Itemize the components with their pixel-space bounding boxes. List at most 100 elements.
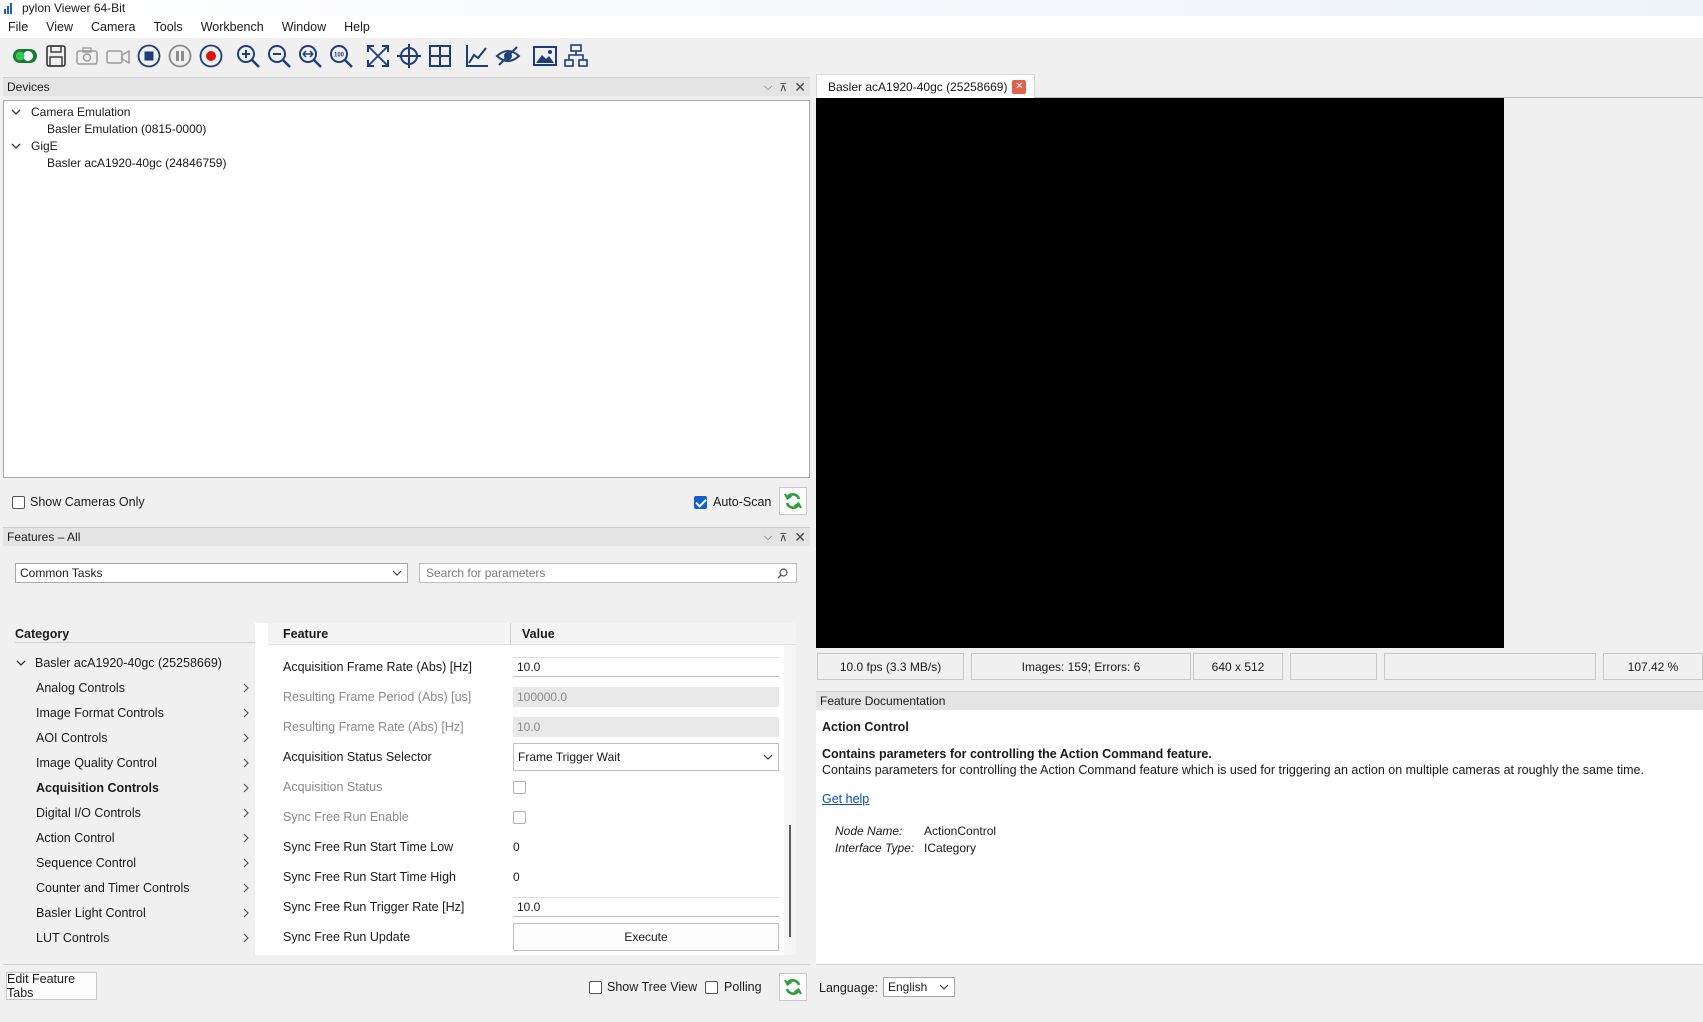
continuous-shot-button[interactable] <box>103 41 132 71</box>
close-tab-icon[interactable]: ✕ <box>1012 79 1027 94</box>
features-panel-header: Features – All ⌵ ⊼ ✕ <box>3 527 810 546</box>
chevron-right-icon[interactable] <box>242 933 250 943</box>
zoom-in-button[interactable] <box>233 41 262 71</box>
feature-value-select[interactable]: Frame Trigger Wait <box>513 743 779 771</box>
polling-checkbox[interactable] <box>705 980 718 994</box>
category-item[interactable]: Basler Light Control <box>36 902 146 924</box>
menu-tools[interactable]: Tools <box>145 20 192 34</box>
devices-tree: Camera Emulation Basler Emulation (0815-… <box>3 100 810 478</box>
category-item[interactable]: Counter and Timer Controls <box>36 877 190 899</box>
hide-button[interactable] <box>493 41 522 71</box>
save-button[interactable] <box>41 41 70 71</box>
parameter-search-input[interactable]: Search for parameters <box>419 563 797 583</box>
stop-button[interactable] <box>134 41 163 71</box>
settings-tree-button[interactable] <box>561 41 590 71</box>
show-cameras-only-label: Show Cameras Only <box>30 495 145 509</box>
refresh-features-button[interactable] <box>779 973 807 1001</box>
chevron-right-icon[interactable] <box>242 883 250 893</box>
feature-grid-scrollbar[interactable] <box>784 645 796 955</box>
menu-help[interactable]: Help <box>335 20 379 34</box>
tree-item-device[interactable]: Basler Emulation (0815-0000) <box>47 120 206 137</box>
crosshair-button[interactable] <box>394 41 423 71</box>
feature-label: Sync Free Run Trigger Rate [Hz] <box>283 900 465 914</box>
chevron-right-icon[interactable] <box>242 808 250 818</box>
refresh-devices-button[interactable] <box>779 487 807 515</box>
chevron-right-icon[interactable] <box>242 833 250 843</box>
close-icon[interactable]: ✕ <box>794 529 806 546</box>
settings-tree-icon <box>563 44 588 67</box>
chevron-right-icon[interactable] <box>242 783 250 793</box>
chevron-right-icon[interactable] <box>242 708 250 718</box>
close-icon[interactable]: ✕ <box>794 79 806 96</box>
show-cameras-only-option[interactable]: Show Cameras Only <box>12 495 145 509</box>
feature-label: Acquisition Status Selector <box>283 750 432 764</box>
chevron-right-icon[interactable] <box>242 733 250 743</box>
category-item[interactable]: Image Format Controls <box>36 702 164 724</box>
category-item[interactable]: Acquisition Controls <box>36 777 159 799</box>
camera-image[interactable] <box>816 98 1504 648</box>
menu-window[interactable]: Window <box>273 20 335 34</box>
polling-option[interactable]: Polling <box>705 980 762 994</box>
category-item[interactable]: Image Quality Control <box>36 752 157 774</box>
chevron-down-icon[interactable] <box>10 140 22 152</box>
zoom-fit-button[interactable] <box>295 41 324 71</box>
tree-item-device[interactable]: Basler acA1920-40gc (24846759) <box>47 154 226 171</box>
chevron-right-icon[interactable] <box>242 858 250 868</box>
menu-file[interactable]: File <box>8 20 37 34</box>
fullscreen-button[interactable] <box>363 41 392 71</box>
show-tree-view-checkbox[interactable] <box>589 980 602 994</box>
get-help-link[interactable]: Get help <box>822 792 869 806</box>
feature-value-input[interactable]: 10.0 <box>513 657 779 677</box>
image-button[interactable] <box>530 41 559 71</box>
scrollbar-thumb[interactable] <box>789 825 791 937</box>
chevron-down-icon[interactable] <box>10 106 22 118</box>
grid-button[interactable] <box>425 41 454 71</box>
execute-button[interactable]: Execute <box>513 923 779 951</box>
menu-camera[interactable]: Camera <box>82 20 144 34</box>
category-item[interactable]: Analog Controls <box>36 677 125 699</box>
interface-type-label: Interface Type: <box>835 841 915 855</box>
show-tree-view-option[interactable]: Show Tree View <box>589 980 697 994</box>
feature-checkbox[interactable] <box>513 810 526 824</box>
chevron-right-icon[interactable] <box>242 683 250 693</box>
chevron-right-icon[interactable] <box>242 908 250 918</box>
documentation-panel: Action Control Contains parameters for c… <box>816 710 1703 964</box>
category-item[interactable]: Digital I/O Controls <box>36 802 141 824</box>
pause-button[interactable] <box>165 41 194 71</box>
zoom-out-button[interactable] <box>264 41 293 71</box>
feature-value-input[interactable]: 10.0 <box>513 897 779 917</box>
record-button[interactable] <box>196 41 225 71</box>
feature-checkbox[interactable] <box>513 780 526 794</box>
category-item[interactable]: Action Control <box>36 827 115 849</box>
category-root-node[interactable]: Basler acA1920-40gc (25258669) <box>15 652 222 674</box>
menu-view[interactable]: View <box>37 20 82 34</box>
status-images: Images: 159; Errors: 6 <box>971 653 1191 680</box>
tree-node-gige[interactable]: GigE <box>10 137 58 154</box>
category-item[interactable]: Sequence Control <box>36 852 136 874</box>
pin-icon[interactable]: ⊼ <box>779 531 787 544</box>
image-tab[interactable]: Basler acA1920-40gc (25258669) ✕ <box>816 74 1036 98</box>
category-item[interactable]: LUT Controls <box>36 927 109 949</box>
chevron-right-icon[interactable] <box>242 758 250 768</box>
edit-feature-tabs-button[interactable]: Edit Feature Tabs <box>6 972 97 1000</box>
zoom-fit-icon <box>298 45 322 68</box>
connect-toggle-button[interactable] <box>10 41 39 71</box>
language-select[interactable]: English <box>883 977 955 997</box>
tree-node-camera-emulation[interactable]: Camera Emulation <box>10 103 130 120</box>
zoom-100-button[interactable]: 100 <box>326 41 355 71</box>
single-shot-button[interactable] <box>72 41 101 71</box>
category-label: Acquisition Controls <box>36 781 159 795</box>
category-item[interactable]: AOI Controls <box>36 727 108 749</box>
pin-icon[interactable]: ⊼ <box>779 81 787 94</box>
chevron-down-icon[interactable] <box>15 657 27 669</box>
chevron-down-icon[interactable]: ⌵ <box>764 531 772 544</box>
chevron-down-icon[interactable]: ⌵ <box>764 81 772 94</box>
auto-scan-option[interactable]: Auto-Scan <box>694 495 771 509</box>
show-cameras-only-checkbox[interactable] <box>12 495 25 509</box>
status-image-size: 640 x 512 <box>1193 653 1283 680</box>
histogram-button[interactable] <box>462 41 491 71</box>
auto-scan-checkbox[interactable] <box>694 495 707 509</box>
tree-node-label: GigE <box>31 138 58 153</box>
feature-view-select[interactable]: Common Tasks <box>15 563 408 583</box>
menu-workbench[interactable]: Workbench <box>192 20 273 34</box>
